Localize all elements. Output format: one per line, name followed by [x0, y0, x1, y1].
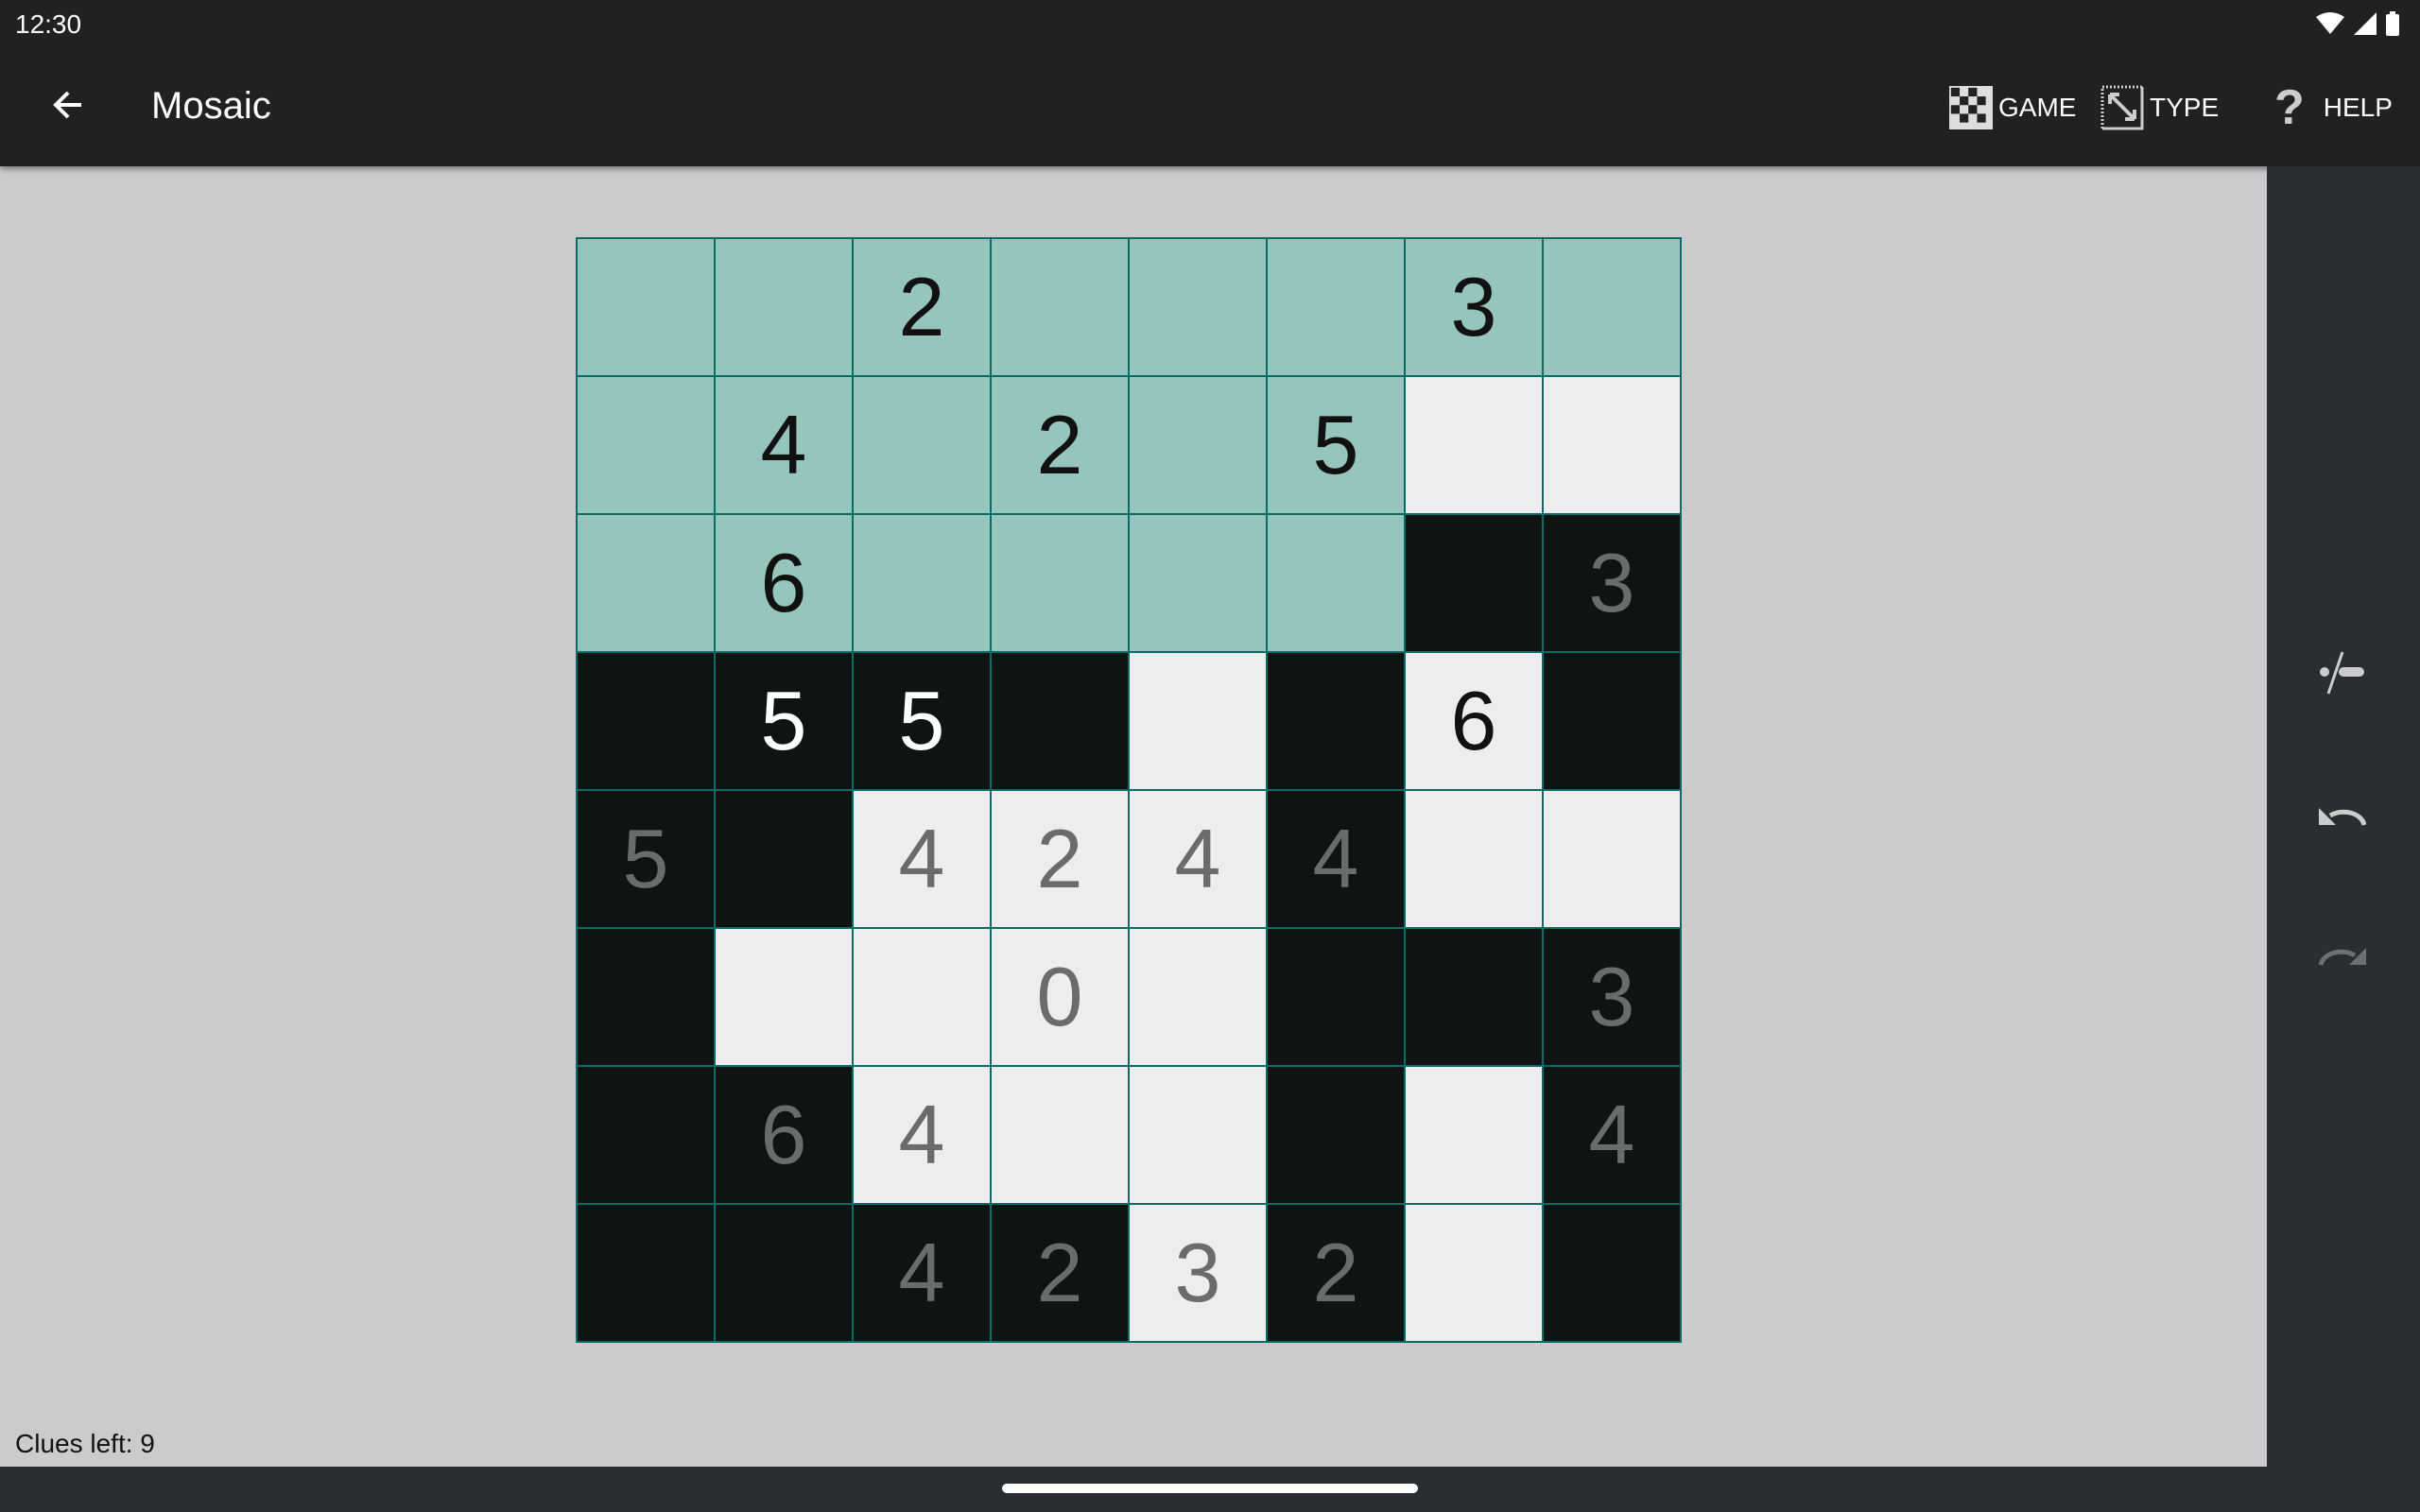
board-cell[interactable]: 4 [854, 1067, 990, 1203]
status-bar: 12:30 [0, 0, 2420, 47]
clues-left-status: Clues left: 9 [15, 1429, 155, 1458]
type-label: TYPE [2150, 93, 2220, 122]
board-cell[interactable] [578, 239, 714, 375]
board-cell[interactable] [578, 653, 714, 789]
clock: 12:30 [15, 9, 82, 39]
board-cell[interactable]: 4 [1268, 791, 1404, 927]
signal-icon [2354, 12, 2377, 35]
board-cell[interactable] [992, 239, 1128, 375]
board-cell[interactable] [1130, 653, 1266, 789]
board-cell[interactable] [1406, 377, 1542, 513]
board-cell[interactable] [578, 1067, 714, 1203]
board-cell[interactable]: 4 [1130, 791, 1266, 927]
back-arrow-icon[interactable] [45, 81, 93, 129]
board-cell[interactable]: 2 [1268, 1205, 1404, 1341]
board-cell[interactable] [1130, 239, 1266, 375]
board-cell[interactable]: 6 [716, 515, 852, 651]
board-cell[interactable] [1544, 239, 1680, 375]
board-cell[interactable] [716, 239, 852, 375]
board-cell[interactable] [1130, 377, 1266, 513]
board-cell[interactable] [1544, 1205, 1680, 1341]
page-title: Mosaic [151, 85, 271, 127]
board-cell[interactable] [1268, 515, 1404, 651]
navigation-bar [0, 1467, 2420, 1512]
board-cell[interactable] [1406, 1205, 1542, 1341]
undo-button[interactable] [2305, 779, 2380, 854]
board-cell[interactable]: 5 [578, 791, 714, 927]
board-cell[interactable]: 2 [992, 791, 1128, 927]
help-icon: ? [2274, 80, 2305, 135]
board-cell[interactable]: 4 [716, 377, 852, 513]
resize-icon [2100, 85, 2144, 130]
board-cell[interactable] [1406, 791, 1542, 927]
board-cell[interactable]: 3 [1544, 515, 1680, 651]
board-cell[interactable]: 0 [992, 929, 1128, 1065]
board-cell[interactable] [578, 377, 714, 513]
checkerboard-icon [1949, 86, 1993, 129]
game-button[interactable]: GAME [1949, 81, 2076, 134]
board-cell[interactable] [1544, 791, 1680, 927]
board-cell[interactable]: 4 [854, 791, 990, 927]
board-cell[interactable]: 4 [854, 1205, 990, 1341]
board-cell[interactable]: 5 [716, 653, 852, 789]
mark-toggle-icon [2320, 651, 2364, 695]
board-cell[interactable] [992, 653, 1128, 789]
board-cell[interactable]: 2 [854, 239, 990, 375]
board-cell[interactable] [1406, 1067, 1542, 1203]
help-label: HELP [2323, 93, 2393, 122]
mark-toggle-button[interactable] [2305, 635, 2380, 711]
board-cell[interactable] [578, 1205, 714, 1341]
game-label: GAME [1998, 93, 2077, 122]
board-cell[interactable] [1544, 653, 1680, 789]
board-cell[interactable] [1268, 929, 1404, 1065]
board-cell[interactable] [716, 791, 852, 927]
board-cell[interactable] [1268, 239, 1404, 375]
tool-sidebar [2267, 166, 2420, 1467]
board-cell[interactable] [1130, 515, 1266, 651]
board-cell[interactable] [578, 515, 714, 651]
board-cell[interactable] [854, 929, 990, 1065]
home-handle[interactable] [1002, 1484, 1418, 1493]
board-cell[interactable] [1268, 1067, 1404, 1203]
board-cell[interactable] [854, 515, 990, 651]
redo-icon [2319, 948, 2366, 966]
board-cell[interactable] [1406, 515, 1542, 651]
board-cell[interactable]: 3 [1406, 239, 1542, 375]
board-cell[interactable] [1544, 377, 1680, 513]
board-cell[interactable] [578, 929, 714, 1065]
mosaic-board: 234256355654244036444232 [576, 237, 1682, 1343]
board-cell[interactable]: 4 [1544, 1067, 1680, 1203]
battery-icon [2386, 11, 2399, 36]
board-cell[interactable] [1268, 653, 1404, 789]
type-button[interactable]: TYPE [2100, 81, 2219, 134]
board-cell[interactable] [854, 377, 990, 513]
board-cell[interactable]: 3 [1130, 1205, 1266, 1341]
board-cell[interactable] [1406, 929, 1542, 1065]
app-bar: Mosaic GAME TYPE ? HELP [0, 47, 2420, 166]
board-cell[interactable]: 6 [716, 1067, 852, 1203]
board-cell[interactable]: 2 [992, 377, 1128, 513]
help-button[interactable]: ? HELP [2274, 80, 2393, 135]
board-cell[interactable] [716, 1205, 852, 1341]
board-cell[interactable]: 2 [992, 1205, 1128, 1341]
board-cell[interactable] [716, 929, 852, 1065]
board-cell[interactable]: 3 [1544, 929, 1680, 1065]
board-cell[interactable] [992, 515, 1128, 651]
board-cell[interactable] [1130, 1067, 1266, 1203]
board-cell[interactable] [1130, 929, 1266, 1065]
board-cell[interactable]: 6 [1406, 653, 1542, 789]
board-cell[interactable]: 5 [854, 653, 990, 789]
board-cell[interactable]: 5 [1268, 377, 1404, 513]
undo-icon [2319, 808, 2366, 826]
redo-button[interactable] [2305, 919, 2380, 994]
wifi-icon [2316, 12, 2344, 34]
board-cell[interactable] [992, 1067, 1128, 1203]
